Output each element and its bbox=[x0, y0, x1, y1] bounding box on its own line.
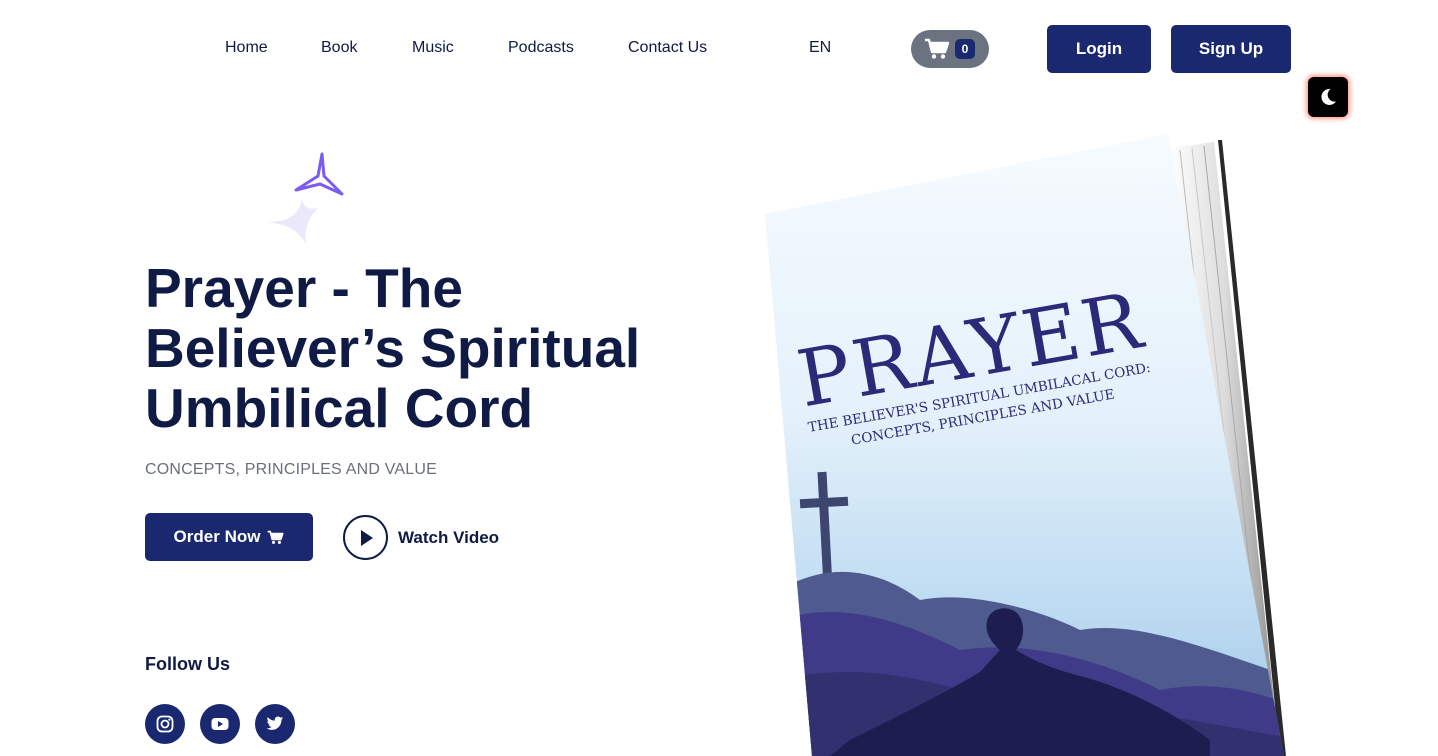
cart-icon bbox=[268, 530, 284, 544]
moon-icon bbox=[1321, 88, 1336, 105]
twitter-icon bbox=[266, 716, 284, 730]
sparkle-decoration-icon bbox=[266, 152, 344, 244]
order-now-label: Order Now bbox=[173, 527, 261, 546]
nav-link-music[interactable]: Music bbox=[412, 39, 454, 57]
watch-video-label: Watch Video bbox=[398, 527, 500, 547]
hero-subtitle: CONCEPTS, PRINCIPLES AND VALUE bbox=[145, 461, 437, 478]
top-navigation: Home Book Music Podcasts Contact Us EN 0… bbox=[0, 0, 1438, 96]
cart-count-badge: 0 bbox=[955, 39, 975, 59]
nav-link-contact-us[interactable]: Contact Us bbox=[628, 39, 707, 57]
cart-icon bbox=[925, 38, 950, 59]
order-now-button[interactable]: Order Now bbox=[145, 513, 313, 561]
page-title: Prayer - The Believer’s Spiritual Umbili… bbox=[145, 257, 641, 439]
instagram-link[interactable] bbox=[145, 704, 185, 744]
nav-link-podcasts[interactable]: Podcasts bbox=[508, 39, 574, 57]
cart-button[interactable]: 0 bbox=[911, 30, 989, 68]
instagram-icon bbox=[156, 715, 174, 733]
nav-link-home[interactable]: Home bbox=[225, 39, 268, 57]
language-selector[interactable]: EN bbox=[809, 39, 831, 57]
nav-link-book[interactable]: Book bbox=[321, 39, 357, 57]
play-icon bbox=[343, 515, 388, 560]
follow-us-heading: Follow Us bbox=[145, 654, 230, 674]
sign-up-button[interactable]: Sign Up bbox=[1171, 25, 1291, 73]
youtube-icon bbox=[211, 718, 229, 730]
login-button[interactable]: Login bbox=[1047, 25, 1151, 73]
watch-video-button[interactable]: Watch Video bbox=[343, 515, 499, 560]
dark-mode-toggle[interactable] bbox=[1308, 77, 1348, 117]
twitter-link[interactable] bbox=[255, 704, 295, 744]
book-cover-image: PRAYER THE BELIEVER'S SPIRITUAL UMBILACA… bbox=[765, 134, 1286, 756]
youtube-link[interactable] bbox=[200, 704, 240, 744]
